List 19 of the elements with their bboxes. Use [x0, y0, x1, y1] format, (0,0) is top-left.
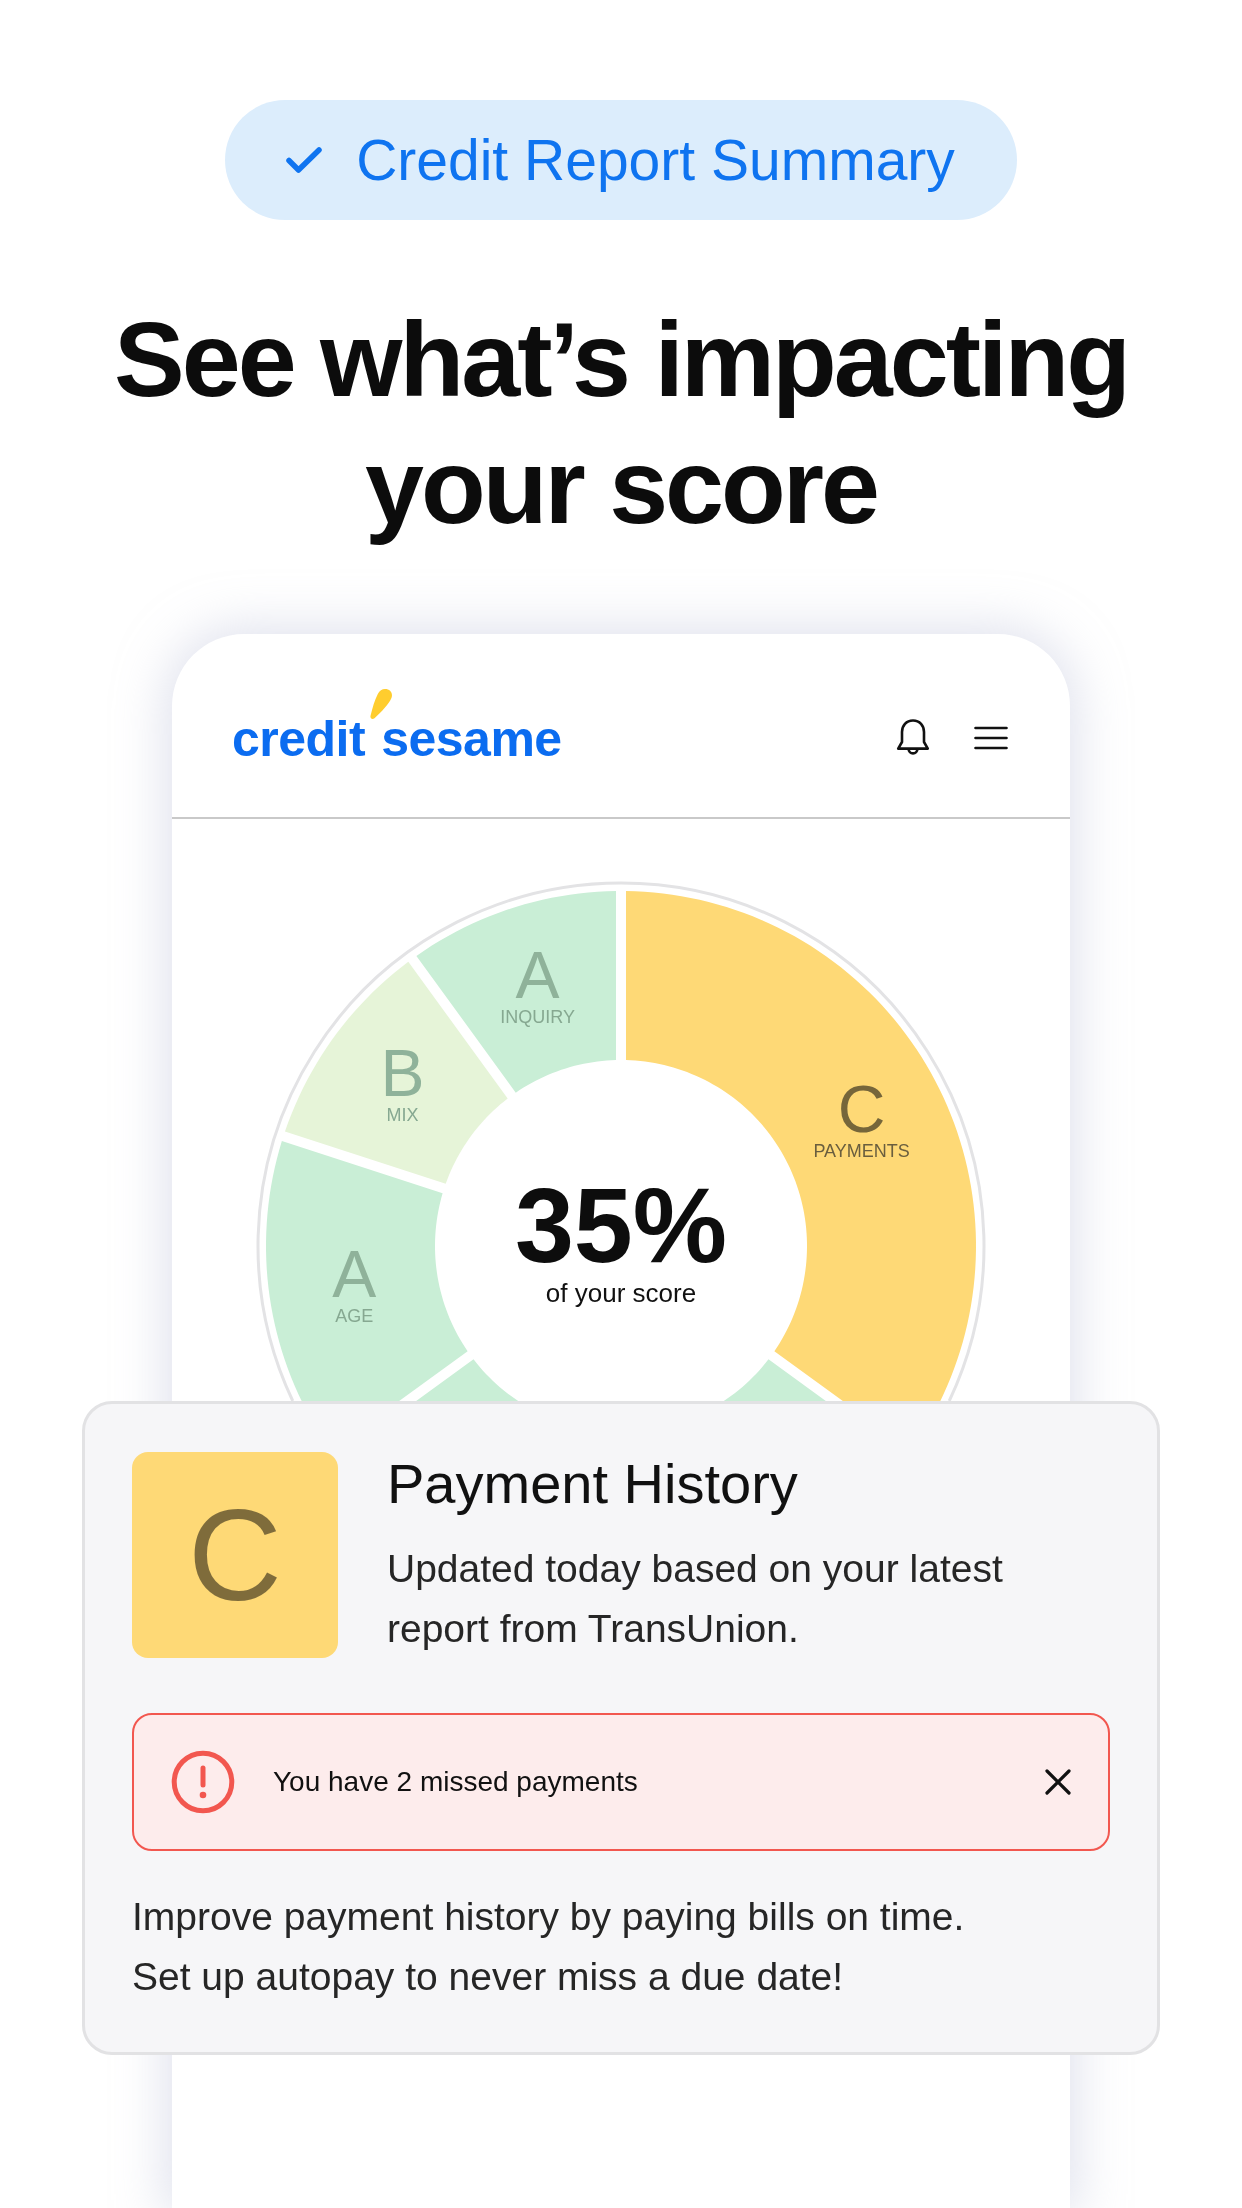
close-icon — [1045, 1769, 1071, 1795]
segment-label: AGE — [335, 1305, 374, 1326]
page-headline: See what’s impacting your score — [113, 299, 1129, 547]
logo-drop-icon — [369, 687, 394, 720]
segment-label: MIX — [386, 1104, 419, 1125]
alert-message: You have 2 missed payments — [273, 1766, 639, 1798]
factor-title: Payment History — [387, 1452, 799, 1516]
tip-text: Improve payment history by paying bills on time. Set up autopay to never miss a due date! — [132, 1894, 966, 2000]
check-icon — [286, 146, 323, 174]
logo-text: credit — [232, 713, 366, 764]
close-button[interactable] — [1045, 1769, 1071, 1795]
factor-description: Updated today based on your latest report from TransUnion. — [387, 1546, 1003, 1652]
segment-label: INQUIRY — [500, 1006, 575, 1027]
segment-label: PAYMENTS — [813, 1140, 910, 1161]
logo-text: sesame — [381, 713, 562, 764]
grade-tile: C — [132, 1452, 338, 1658]
menu-icon[interactable] — [974, 726, 1008, 750]
exclamation-icon — [171, 1750, 235, 1814]
bell-icon[interactable] — [896, 718, 930, 758]
